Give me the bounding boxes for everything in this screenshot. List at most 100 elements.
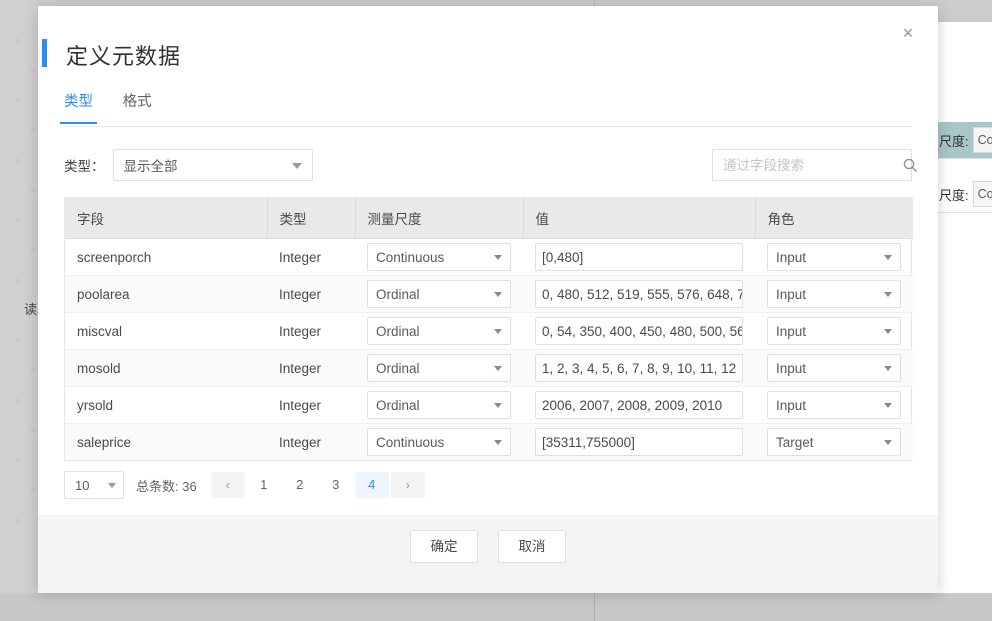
- role-select[interactable]: Input: [767, 280, 901, 308]
- cell-measure: Continuous: [355, 424, 523, 461]
- cell-measure: Ordinal: [355, 275, 523, 313]
- background-measure-row: 尺度: Co: [937, 122, 992, 158]
- search-icon[interactable]: [902, 157, 918, 173]
- value-input[interactable]: [35311,755000]: [535, 428, 743, 456]
- column-header-field: 字段: [65, 198, 268, 239]
- pager-page-1[interactable]: 1: [247, 472, 281, 498]
- column-header-type: 类型: [267, 198, 356, 239]
- table-head: 字段 类型 测量尺度 值 角色: [65, 198, 913, 239]
- cell-role: Input: [755, 238, 913, 276]
- role-select[interactable]: Input: [767, 391, 901, 419]
- column-header-value: 值: [523, 198, 756, 239]
- cell-role: Input: [755, 349, 913, 387]
- chevron-down-icon: [884, 440, 892, 445]
- cell-type: Integer: [279, 434, 322, 450]
- app-root: + + + + + + + + + + + + + + + + + 读取 尺度:…: [0, 0, 992, 621]
- type-filter-value: 显示全部: [123, 159, 178, 174]
- cell-value: 2006, 2007, 2008, 2009, 2010: [523, 386, 755, 424]
- table-row: poolarea Integer Ordinal 0, 480, 512, 51…: [65, 275, 913, 313]
- chevron-down-icon: [884, 403, 892, 408]
- measure-select[interactable]: Continuous: [367, 428, 511, 456]
- background-right-divider: [936, 212, 992, 213]
- cell-type: Integer: [267, 275, 355, 313]
- measure-value: Continuous: [376, 249, 445, 265]
- table-row: screenporch Integer Continuous [0,480] I…: [65, 238, 913, 276]
- chevron-down-icon: [884, 255, 892, 260]
- type-filter-select[interactable]: 显示全部: [112, 149, 313, 181]
- metadata-table: 字段 类型 测量尺度 值 角色 screenporch Integer Cont…: [65, 198, 913, 460]
- background-bottom-strip: [0, 593, 992, 621]
- table-row: yrsold Integer Ordinal 2006, 2007, 2008,…: [65, 386, 913, 424]
- pager-page-2[interactable]: 2: [283, 472, 317, 498]
- cell-type: Integer: [267, 349, 355, 387]
- measure-select[interactable]: Ordinal: [367, 391, 511, 419]
- pagination-bar: 10 总条数: 36 ‹ 1 2 3 4 ›: [64, 471, 912, 499]
- background-measure-select[interactable]: Co: [972, 127, 992, 153]
- page-size-value: 10: [75, 477, 90, 493]
- role-value: Input: [776, 286, 807, 302]
- total-count-text: 总条数: 36: [136, 478, 197, 494]
- measure-select[interactable]: Ordinal: [367, 317, 511, 345]
- background-right-divider: [936, 158, 992, 159]
- cell-measure: Continuous: [355, 238, 523, 276]
- pager-page-3[interactable]: 3: [319, 472, 353, 498]
- chevron-down-icon: [884, 329, 892, 334]
- value-input[interactable]: 1, 2, 3, 4, 5, 6, 7, 8, 9, 10, 11, 12: [535, 354, 743, 382]
- chevron-down-icon: [108, 483, 116, 488]
- pager-prev-icon[interactable]: ‹: [210, 472, 245, 498]
- cell-value: 0, 480, 512, 519, 555, 576, 648, 738: [523, 275, 755, 313]
- measure-value: Ordinal: [376, 360, 420, 376]
- background-bottom-divider: [594, 593, 595, 621]
- chevron-down-icon: [291, 163, 302, 169]
- column-header-role: 角色: [755, 198, 913, 239]
- close-icon[interactable]: ×: [896, 22, 920, 46]
- pager-page-4[interactable]: 4: [354, 472, 389, 498]
- measure-select[interactable]: Ordinal: [367, 280, 511, 308]
- value-input[interactable]: 0, 480, 512, 519, 555, 576, 648, 738: [535, 280, 743, 308]
- filter-row: 类型： 显示全部: [64, 149, 917, 183]
- chevron-down-icon: [494, 292, 502, 297]
- background-measure-label: 尺度:: [939, 187, 969, 203]
- role-select[interactable]: Input: [767, 243, 901, 271]
- table-row: mosold Integer Ordinal 1, 2, 3, 4, 5, 6,…: [65, 349, 913, 387]
- role-select[interactable]: Target: [767, 428, 901, 456]
- cell-role: Target: [755, 424, 913, 461]
- cell-field: screenporch: [65, 238, 267, 276]
- background-grid-marks: + + + + + + + + + + + + + + + + +: [14, 35, 37, 527]
- role-select[interactable]: Input: [767, 317, 901, 345]
- cancel-button[interactable]: 取消: [498, 530, 566, 563]
- search-box[interactable]: [712, 149, 917, 181]
- value-input[interactable]: 0, 54, 350, 400, 450, 480, 500, 560: [535, 317, 743, 345]
- cell-value: [35311,755000]: [523, 424, 755, 461]
- cell-measure: Ordinal: [355, 386, 523, 424]
- measure-select[interactable]: Continuous: [367, 243, 511, 271]
- cell-measure: Ordinal: [355, 349, 523, 387]
- search-input[interactable]: [721, 156, 902, 174]
- cell-type: Integer: [267, 312, 355, 350]
- tab-format[interactable]: 格式: [123, 88, 152, 124]
- page-size-select[interactable]: 10: [64, 471, 124, 499]
- pager: ‹ 1 2 3 4 ›: [210, 472, 425, 498]
- dialog-header: 定义元数据 ×: [38, 6, 938, 88]
- role-select[interactable]: Input: [767, 354, 901, 382]
- dialog-footer: 确定 取消: [38, 515, 938, 593]
- confirm-button[interactable]: 确定: [410, 530, 478, 563]
- value-input[interactable]: 2006, 2007, 2008, 2009, 2010: [535, 391, 743, 419]
- cell-role: Input: [755, 275, 913, 313]
- cell-measure: Ordinal: [355, 312, 523, 350]
- role-value: Target: [776, 434, 814, 450]
- cell-role: Input: [755, 312, 913, 350]
- background-right-panel: [936, 22, 992, 593]
- chevron-down-icon: [884, 366, 892, 371]
- background-measure-select[interactable]: Co: [972, 181, 992, 207]
- table-header-row: 字段 类型 测量尺度 值 角色: [65, 198, 913, 239]
- measure-select[interactable]: Ordinal: [367, 354, 511, 382]
- define-metadata-dialog: 定义元数据 × 类型 格式 类型： 显示全部 通过字段搜索 字段 类型 测量尺度…: [38, 6, 938, 593]
- chevron-down-icon: [494, 255, 502, 260]
- pager-next-icon[interactable]: ›: [390, 472, 425, 498]
- tab-bar: 类型 格式: [60, 88, 912, 127]
- tab-type[interactable]: 类型: [60, 88, 97, 124]
- value-input[interactable]: [0,480]: [535, 243, 743, 271]
- chevron-down-icon: [884, 292, 892, 297]
- title-accent-bar: [42, 39, 47, 67]
